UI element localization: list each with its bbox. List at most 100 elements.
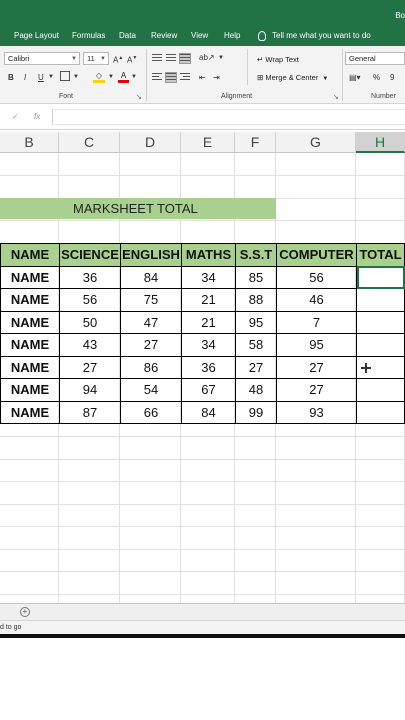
align-top-icon[interactable] xyxy=(152,54,162,63)
cell[interactable]: 84 xyxy=(181,400,236,424)
cell[interactable]: 36 xyxy=(59,265,121,289)
column-header-g[interactable]: G xyxy=(276,132,356,153)
formula-input[interactable] xyxy=(52,109,405,125)
increase-indent-icon[interactable]: ⇥ xyxy=(213,72,220,83)
cell[interactable]: 95 xyxy=(276,333,357,357)
align-left-icon[interactable] xyxy=(152,73,162,82)
total-cell[interactable] xyxy=(356,333,405,357)
cell[interactable]: 75 xyxy=(120,288,182,312)
chevron-down-icon[interactable]: ▼ xyxy=(71,55,77,64)
cell[interactable]: NAME xyxy=(0,288,60,312)
align-middle-icon[interactable] xyxy=(166,54,176,63)
cell[interactable]: 93 xyxy=(276,400,357,424)
font-name-select[interactable]: Calibri ▼ xyxy=(4,52,80,65)
cell[interactable]: 27 xyxy=(235,355,277,379)
orientation-icon[interactable]: ab↗ xyxy=(199,52,215,63)
tab-formulas[interactable]: Formulas xyxy=(72,31,105,40)
alignment-dialog-launcher-icon[interactable]: ↘ xyxy=(333,93,339,101)
column-header-h[interactable]: H xyxy=(356,132,405,153)
tab-help[interactable]: Help xyxy=(224,31,240,40)
column-header-f[interactable]: F xyxy=(235,132,276,153)
chevron-down-icon[interactable]: ▼ xyxy=(108,72,114,83)
header-science[interactable]: SCIENCE xyxy=(59,243,121,267)
column-header-d[interactable]: D xyxy=(120,132,181,153)
cell[interactable]: 88 xyxy=(235,288,277,312)
marksheet-title-cell[interactable]: MARKSHEET TOTAL xyxy=(0,198,276,219)
add-sheet-icon[interactable]: + xyxy=(20,607,30,617)
cell[interactable]: 7 xyxy=(276,310,357,334)
cell[interactable]: NAME xyxy=(0,355,60,379)
increase-font-icon[interactable]: A▲ xyxy=(113,53,123,66)
bold-button[interactable]: B xyxy=(8,72,14,83)
decrease-indent-icon[interactable]: ⇤ xyxy=(199,72,206,83)
cell[interactable]: 36 xyxy=(181,355,236,379)
cell[interactable]: NAME xyxy=(0,400,60,424)
cell[interactable]: 87 xyxy=(59,400,121,424)
comma-style-button[interactable]: 9 xyxy=(390,72,394,83)
cell[interactable]: 85 xyxy=(235,265,277,289)
align-bottom-icon[interactable] xyxy=(179,53,191,64)
total-cell[interactable] xyxy=(356,310,405,334)
cell[interactable]: 95 xyxy=(235,310,277,334)
column-header-e[interactable]: E xyxy=(181,132,235,153)
enter-icon[interactable]: ✓ xyxy=(12,112,19,121)
cell[interactable]: 99 xyxy=(235,400,277,424)
total-cell[interactable] xyxy=(356,378,405,402)
italic-button[interactable]: I xyxy=(24,72,26,83)
font-color-button[interactable]: A xyxy=(118,70,129,83)
underline-button[interactable]: U xyxy=(38,72,44,83)
decrease-font-icon[interactable]: A▼ xyxy=(127,53,137,66)
currency-icon[interactable]: ▤▾ xyxy=(349,72,361,83)
chevron-down-icon[interactable]: ▼ xyxy=(131,72,137,83)
header-maths[interactable]: MATHS xyxy=(181,243,236,267)
merge-center-button[interactable]: ⊞ Merge & Center ▼ xyxy=(257,73,328,82)
total-cell-active[interactable] xyxy=(356,265,405,289)
cell[interactable]: 21 xyxy=(181,288,236,312)
cell[interactable]: NAME xyxy=(0,378,60,402)
header-english[interactable]: ENGLISH xyxy=(120,243,182,267)
wrap-text-button[interactable]: ↵ Wrap Text xyxy=(257,55,299,64)
cell[interactable]: 27 xyxy=(276,378,357,402)
cell[interactable]: 34 xyxy=(181,333,236,357)
tab-page-layout[interactable]: Page Layout xyxy=(14,31,59,40)
cell[interactable]: 34 xyxy=(181,265,236,289)
insert-function-button[interactable]: fx xyxy=(34,112,40,121)
header-sst[interactable]: S.S.T xyxy=(235,243,277,267)
cell[interactable]: 43 xyxy=(59,333,121,357)
font-size-select[interactable]: 11 ▼ xyxy=(83,52,109,65)
column-header-b[interactable]: B xyxy=(0,132,59,153)
cell[interactable]: 48 xyxy=(235,378,277,402)
column-header-c[interactable]: C xyxy=(59,132,120,153)
borders-icon[interactable] xyxy=(60,71,70,81)
cell[interactable]: 67 xyxy=(181,378,236,402)
tell-me-search[interactable]: Tell me what you want to do xyxy=(258,31,371,41)
number-format-select[interactable]: General xyxy=(345,52,405,65)
total-cell[interactable] xyxy=(356,288,405,312)
cell[interactable]: NAME xyxy=(0,333,60,357)
align-right-icon[interactable] xyxy=(180,73,190,82)
header-total[interactable]: TOTAL xyxy=(356,243,405,267)
font-dialog-launcher-icon[interactable]: ↘ xyxy=(136,93,142,101)
cell[interactable]: 94 xyxy=(59,378,121,402)
cell[interactable]: 27 xyxy=(276,355,357,379)
header-name[interactable]: NAME xyxy=(0,243,60,267)
cell[interactable]: 84 xyxy=(120,265,182,289)
percent-button[interactable]: % xyxy=(373,72,380,83)
cell[interactable]: 86 xyxy=(120,355,182,379)
cell[interactable]: 54 xyxy=(120,378,182,402)
cell[interactable]: 47 xyxy=(120,310,182,334)
cell[interactable]: 21 xyxy=(181,310,236,334)
cell[interactable]: 66 xyxy=(120,400,182,424)
chevron-down-icon[interactable]: ▼ xyxy=(322,76,328,82)
cell[interactable]: 27 xyxy=(120,333,182,357)
cell[interactable]: 46 xyxy=(276,288,357,312)
cell[interactable]: 27 xyxy=(59,355,121,379)
cell[interactable]: NAME xyxy=(0,265,60,289)
align-center-icon[interactable] xyxy=(165,72,177,83)
chevron-down-icon[interactable]: ▼ xyxy=(73,72,79,83)
chevron-down-icon[interactable]: ▼ xyxy=(48,72,54,83)
cell[interactable]: 58 xyxy=(235,333,277,357)
cell[interactable]: NAME xyxy=(0,310,60,334)
total-cell[interactable] xyxy=(356,400,405,424)
chevron-down-icon[interactable]: ▼ xyxy=(100,55,106,64)
